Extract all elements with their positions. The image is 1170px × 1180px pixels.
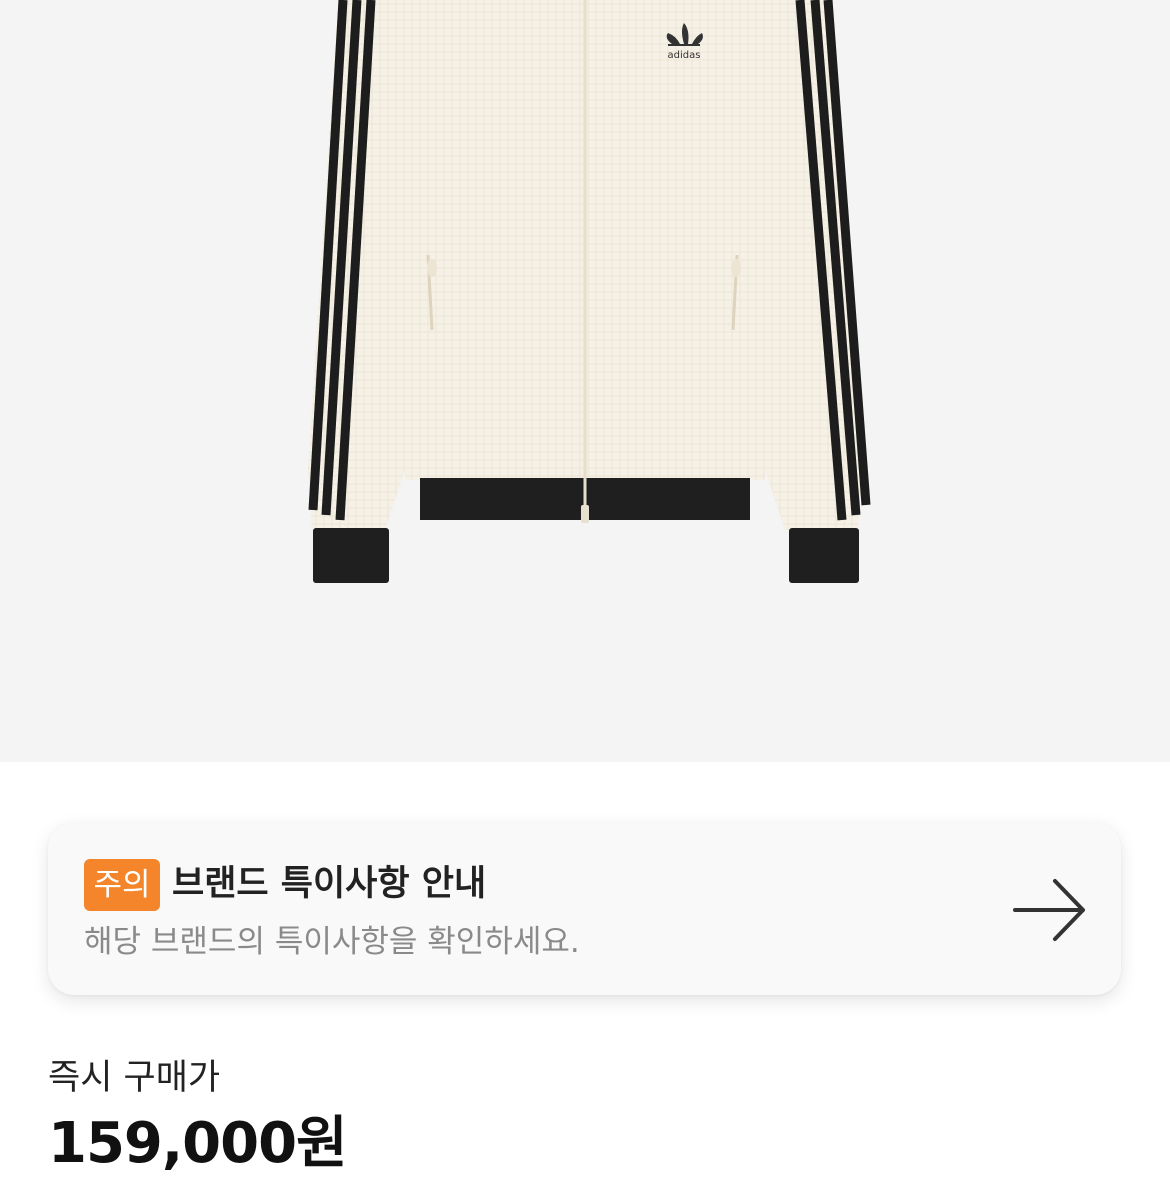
brand-notice-card[interactable]: 주의 브랜드 특이사항 안내 해당 브랜드의 특이사항을 확인하세요. [48, 822, 1121, 995]
logo-text: adidas [668, 50, 701, 61]
notice-title: 브랜드 특이사항 안내 [172, 864, 487, 904]
caution-badge: 주의 [84, 859, 160, 911]
product-image: adidas [308, 0, 871, 583]
arrow-right-icon[interactable] [1013, 877, 1089, 943]
instant-buy-price: 159,000원 [48, 1111, 348, 1176]
instant-buy-price-label: 즉시 구매가 [48, 1058, 221, 1098]
notice-subtitle: 해당 브랜드의 특이사항을 확인하세요. [84, 924, 580, 960]
product-image-area[interactable]: adidas [0, 0, 1170, 762]
